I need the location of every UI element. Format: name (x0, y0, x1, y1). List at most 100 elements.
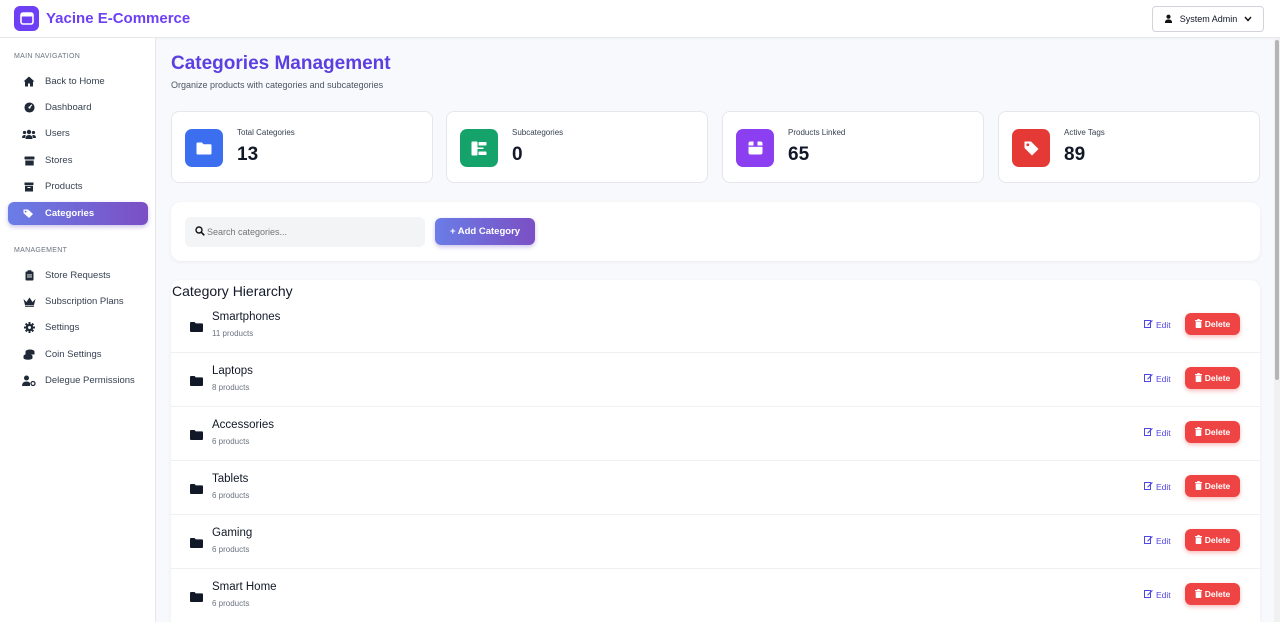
category-name: Smart Home (212, 581, 277, 593)
edit-button[interactable]: Edit (1144, 589, 1171, 600)
folder-icon (190, 373, 203, 391)
category-row[interactable]: Smartphones 11 products Edit Delete (171, 299, 1260, 353)
category-product-count: 6 products (212, 491, 250, 500)
edit-label: Edit (1156, 535, 1171, 546)
category-hierarchy: Category Hierarchy Smartphones 11 produc… (171, 280, 1260, 622)
stat-label: Subcategories (512, 128, 564, 137)
stat-label: Active Tags (1064, 128, 1105, 137)
category-row[interactable]: Smart Home 6 products Edit Delete (171, 569, 1260, 622)
stat-card-total-categories: Total Categories 13 (171, 111, 433, 183)
folder-icon (185, 129, 223, 167)
brand[interactable]: Yacine E-Commerce (14, 6, 190, 31)
sidebar-item-label: Settings (45, 322, 80, 333)
sidebar-item-coin-settings[interactable]: Coin Settings (8, 343, 148, 366)
category-row[interactable]: Laptops 8 products Edit Delete (171, 353, 1260, 407)
search-input[interactable] (207, 227, 417, 237)
trash-icon (1194, 318, 1202, 330)
sidebar-item-subscription-plans[interactable]: Subscription Plans (8, 290, 148, 313)
category-name: Tablets (212, 473, 249, 485)
delete-button[interactable]: Delete (1185, 529, 1240, 551)
delete-button[interactable]: Delete (1185, 475, 1240, 497)
sitemap-icon (460, 129, 498, 167)
sidebar-item-stores[interactable]: Stores (8, 149, 148, 172)
category-product-count: 6 products (212, 545, 250, 554)
users-icon (22, 127, 36, 141)
category-product-count: 6 products (212, 599, 250, 608)
edit-icon (1144, 319, 1153, 330)
category-row[interactable]: Tablets 6 products Edit Delete (171, 461, 1260, 515)
search-box[interactable] (185, 217, 425, 247)
delete-button[interactable]: Delete (1185, 421, 1240, 443)
stat-value: 65 (788, 144, 810, 165)
box-icon (22, 180, 36, 194)
sidebar-item-label: Products (45, 181, 83, 192)
sidebar-item-back-home[interactable]: Back to Home (8, 70, 148, 93)
folder-icon (190, 535, 203, 553)
sidebar-item-categories[interactable]: Categories (8, 202, 148, 225)
delete-button[interactable]: Delete (1185, 367, 1240, 389)
delete-label: Delete (1204, 589, 1231, 599)
folder-icon (190, 589, 203, 607)
edit-icon (1144, 535, 1153, 546)
trash-icon (1194, 588, 1202, 600)
add-category-button[interactable]: + Add Category (435, 218, 535, 245)
edit-button[interactable]: Edit (1144, 319, 1171, 330)
page-scrollbar-thumb[interactable] (1275, 40, 1279, 380)
stat-card-subcategories: Subcategories 0 (446, 111, 708, 183)
trash-icon (1194, 372, 1202, 384)
edit-button[interactable]: Edit (1144, 427, 1171, 438)
sidebar-item-store-requests[interactable]: Store Requests (8, 264, 148, 287)
user-menu-button[interactable]: System Admin (1152, 6, 1264, 32)
store-icon (22, 154, 36, 168)
sidebar-item-settings[interactable]: Settings (8, 316, 148, 339)
sidebar-item-label: Back to Home (45, 76, 105, 87)
sidebar-item-users[interactable]: Users (8, 122, 148, 145)
sidebar: MAIN NAVIGATION Back to Home Dashboard U… (0, 38, 156, 622)
edit-button[interactable]: Edit (1144, 481, 1171, 492)
page-title: Categories Management (171, 53, 391, 74)
stat-card-products-linked: Products Linked 65 (722, 111, 984, 183)
edit-button[interactable]: Edit (1144, 535, 1171, 546)
trash-icon (1194, 426, 1202, 438)
top-bar: Yacine E-Commerce System Admin (0, 0, 1280, 38)
category-product-count: 11 products (212, 329, 254, 338)
store-logo-icon (14, 6, 39, 31)
hierarchy-title: Category Hierarchy (172, 283, 293, 299)
section-title-main: MAIN NAVIGATION (14, 53, 81, 60)
clipboard-icon (22, 269, 36, 283)
crown-icon (22, 295, 36, 309)
sidebar-item-products[interactable]: Products (8, 175, 148, 198)
stat-label: Total Categories (237, 128, 295, 137)
sidebar-item-label: Users (45, 128, 70, 139)
category-row[interactable]: Gaming 6 products Edit Delete (171, 515, 1260, 569)
stat-value: 13 (237, 144, 259, 165)
delete-button[interactable]: Delete (1185, 313, 1240, 335)
edit-button[interactable]: Edit (1144, 373, 1171, 384)
delete-label: Delete (1204, 319, 1231, 329)
home-icon (22, 75, 36, 89)
sidebar-item-delegue-permissions[interactable]: Delegue Permissions (8, 369, 148, 392)
gear-icon (22, 321, 36, 335)
category-row[interactable]: Accessories 6 products Edit Delete (171, 407, 1260, 461)
edit-label: Edit (1156, 373, 1171, 384)
delete-button[interactable]: Delete (1185, 583, 1240, 605)
gauge-icon (22, 101, 36, 115)
toolbar: + Add Category (171, 202, 1260, 261)
trash-icon (1194, 480, 1202, 492)
box-open-icon (736, 129, 774, 167)
stat-value: 0 (512, 144, 523, 165)
search-icon (195, 223, 205, 241)
category-name: Laptops (212, 365, 253, 377)
stat-label: Products Linked (788, 128, 846, 137)
sidebar-item-dashboard[interactable]: Dashboard (8, 96, 148, 119)
app-title: Yacine E-Commerce (46, 10, 191, 27)
user-key-icon (22, 374, 36, 388)
category-product-count: 8 products (212, 383, 250, 392)
folder-icon (190, 481, 203, 499)
edit-icon (1144, 427, 1153, 438)
sidebar-item-label: Categories (45, 208, 95, 219)
sidebar-item-label: Delegue Permissions (45, 375, 135, 386)
tags-icon (22, 207, 36, 221)
stat-value: 89 (1064, 144, 1086, 165)
edit-icon (1144, 481, 1153, 492)
